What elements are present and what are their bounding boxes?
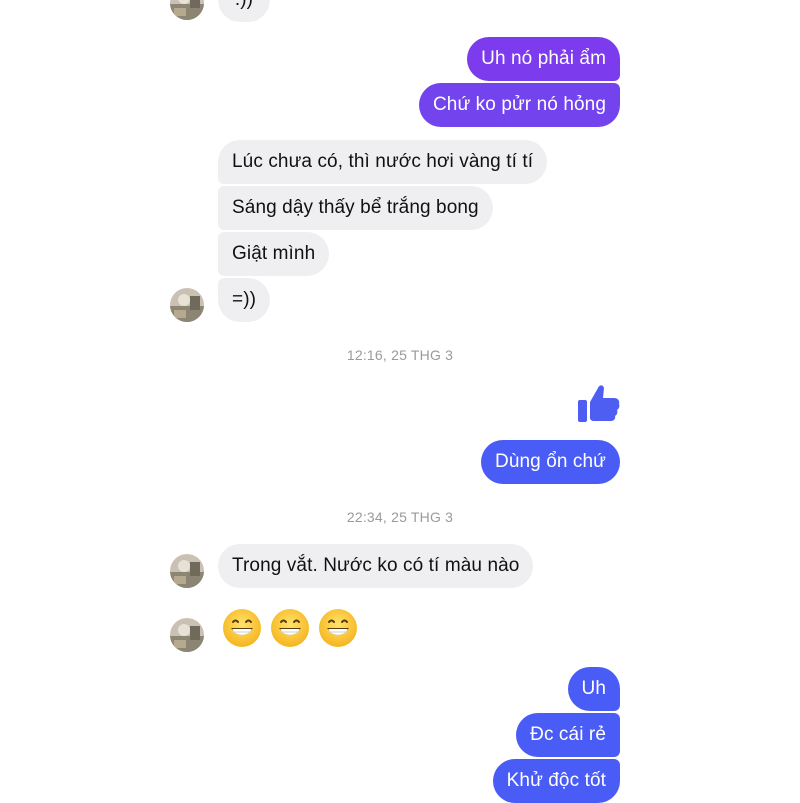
contact-avatar-icon[interactable] bbox=[170, 288, 204, 322]
timestamp: 12:16, 25 THG 3 bbox=[346, 347, 454, 363]
grinning-face-icon[interactable] bbox=[222, 608, 262, 648]
message-bubble-outgoing[interactable]: Chứ ko pửr nó hỏng bbox=[418, 83, 620, 127]
contact-avatar-icon[interactable] bbox=[170, 554, 204, 588]
timestamp: 22:34, 25 THG 3 bbox=[346, 509, 454, 525]
message-bubble-incoming[interactable]: Lúc chưa có, thì nước hơi vàng tí tí bbox=[218, 140, 548, 184]
message-bubble-outgoing[interactable]: Đc cái rẻ bbox=[516, 713, 620, 757]
contact-avatar-icon[interactable] bbox=[170, 0, 204, 20]
message-bubble-outgoing[interactable]: Uh bbox=[567, 667, 620, 711]
message-bubble-outgoing[interactable]: Khử độc tốt bbox=[492, 759, 620, 803]
message-bubble-outgoing[interactable]: Dùng ổn chứ bbox=[481, 440, 620, 484]
grinning-face-icon[interactable] bbox=[270, 608, 310, 648]
message-bubble-incoming[interactable]: =)) bbox=[218, 278, 271, 322]
message-bubble-outgoing[interactable]: Uh nó phải ẩm bbox=[467, 37, 620, 81]
message-bubble-incoming[interactable]: Sáng dậy thấy bể trắng bong bbox=[218, 186, 493, 230]
thumbs-up-icon[interactable] bbox=[576, 380, 622, 426]
grinning-face-icon[interactable] bbox=[318, 608, 358, 648]
contact-avatar-icon[interactable] bbox=[170, 618, 204, 652]
message-bubble-incoming[interactable]: Giật mình bbox=[218, 232, 330, 276]
message-bubble-incoming[interactable]: Trong vắt. Nước ko có tí màu nào bbox=[218, 544, 534, 588]
message-bubble-incoming[interactable]: :)) bbox=[218, 0, 270, 22]
